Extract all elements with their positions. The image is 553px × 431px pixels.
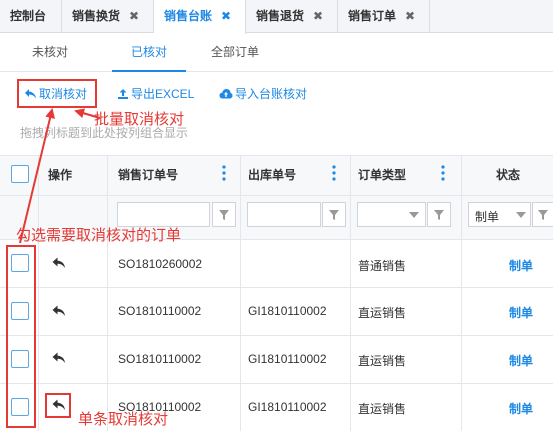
tab-checked[interactable]: 已核对 [112, 34, 186, 72]
tab-label: 控制台 [10, 9, 47, 23]
export-excel-button[interactable]: 导出EXCEL [117, 82, 194, 106]
order-no-cell: SO1810110002 [118, 352, 202, 366]
undo-icon[interactable] [52, 305, 66, 317]
filter-icon[interactable] [427, 202, 451, 227]
status-cell[interactable]: 制单 [509, 257, 533, 274]
status-filter-select[interactable]: 制单 [468, 202, 531, 227]
chevron-down-icon [409, 212, 419, 218]
close-icon[interactable]: ✖ [313, 0, 323, 33]
tab-label: 销售退货 [256, 9, 305, 23]
grid-border [0, 335, 553, 336]
tab-label: 销售台账 [164, 9, 213, 23]
annotation-box-select [6, 245, 36, 428]
column-header-order-type[interactable]: 订单类型 [358, 155, 406, 195]
order-type-cell: 直运销售 [358, 354, 407, 368]
import-ledger-label: 导入台账核对 [235, 87, 308, 101]
grid-border [350, 155, 351, 431]
order-type-cell: 直运销售 [358, 306, 407, 320]
close-icon[interactable]: ✖ [405, 0, 415, 33]
outbound-no-filter-input[interactable] [247, 202, 321, 227]
grid-border [38, 155, 39, 431]
annotation-batch-label: 批量取消核对 [94, 111, 185, 128]
grid-border [240, 155, 241, 431]
order-no-cell: SO1810260002 [118, 257, 203, 271]
tab-sales-return[interactable]: 销售退货 ✖ [246, 0, 338, 33]
filter-icon[interactable] [322, 202, 346, 227]
close-icon[interactable]: ✖ [221, 0, 231, 33]
column-header-outbound-no[interactable]: 出库单号 [248, 155, 296, 195]
sub-tab-bar: 未核对 已核对 全部订单 [0, 34, 553, 72]
undo-icon[interactable] [52, 352, 66, 364]
order-type-filter-select[interactable] [357, 202, 426, 227]
grid-border [0, 383, 553, 384]
tab-label: 销售换货 [72, 9, 121, 23]
outbound-no-cell: GI1810110002 [248, 352, 327, 366]
grid-border [0, 287, 553, 288]
chevron-down-icon [516, 212, 526, 218]
tab-sales-order[interactable]: 销售订单 ✖ [338, 0, 430, 33]
order-type-cell: 普通销售 [358, 259, 407, 273]
filter-icon[interactable] [532, 202, 553, 227]
tab-all-orders[interactable]: 全部订单 [200, 34, 270, 72]
grid-border [461, 155, 462, 431]
tab-sales-ledger[interactable]: 销售台账 ✖ [154, 0, 246, 34]
tab-label: 销售订单 [348, 9, 397, 23]
select-all-checkbox[interactable] [11, 165, 29, 183]
status-filter-value: 制单 [475, 210, 500, 224]
status-cell[interactable]: 制单 [509, 304, 533, 321]
annotation-box-single [45, 393, 71, 418]
column-header-order-no[interactable]: 销售订单号 [118, 155, 178, 195]
undo-icon[interactable] [52, 257, 66, 269]
annotation-box-batch [17, 79, 97, 108]
cloud-upload-icon [219, 89, 233, 99]
filter-icon[interactable] [212, 202, 236, 227]
outbound-no-cell: GI1810110002 [248, 304, 327, 318]
export-excel-label: 导出EXCEL [131, 87, 195, 101]
order-no-cell: SO1810110002 [118, 304, 202, 318]
order-type-cell: 直运销售 [358, 402, 407, 416]
tab-console[interactable]: 控制台 [0, 0, 62, 33]
outbound-no-cell: GI1810110002 [248, 400, 327, 414]
annotation-select-label: 勾选需要取消核对的订单 [16, 227, 182, 244]
export-icon [118, 89, 128, 99]
column-header-status[interactable]: 状态 [496, 155, 520, 195]
column-header-action: 操作 [48, 168, 73, 182]
grid-border [107, 155, 108, 431]
close-icon[interactable]: ✖ [129, 0, 139, 33]
annotation-single-label: 单条取消核对 [78, 411, 169, 428]
tab-unchecked[interactable]: 未核对 [20, 34, 80, 72]
import-ledger-button[interactable]: 导入台账核对 [219, 82, 307, 106]
tab-sales-exchange[interactable]: 销售换货 ✖ [62, 0, 154, 33]
grid-border [0, 195, 553, 196]
status-cell[interactable]: 制单 [509, 400, 533, 417]
status-cell[interactable]: 制单 [509, 352, 533, 369]
top-tab-bar: 控制台 销售换货 ✖ 销售台账 ✖ 销售退货 ✖ 销售订单 ✖ [0, 0, 553, 34]
